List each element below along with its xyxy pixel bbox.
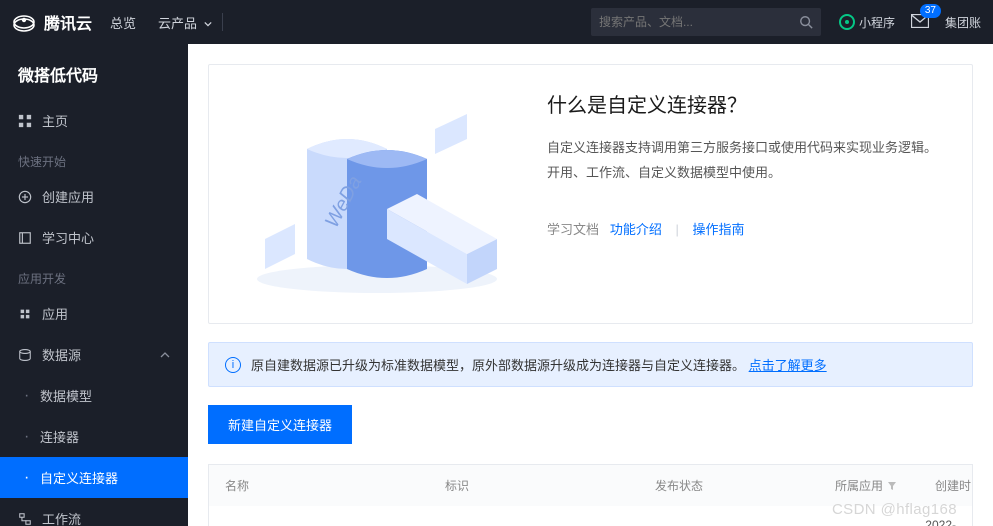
search-input[interactable] — [599, 15, 799, 29]
col-status: 发布状态 — [655, 477, 835, 494]
hero-links-label: 学习文档 — [547, 222, 599, 237]
col-identifier: 标识 — [445, 477, 655, 494]
mini-program-icon — [839, 14, 855, 30]
global-search[interactable] — [591, 8, 821, 36]
account-name[interactable]: 集团账 — [945, 14, 981, 31]
new-custom-connector-button[interactable]: 新建自定义连接器 — [208, 405, 352, 444]
nav-products[interactable]: 云产品 — [158, 13, 212, 32]
sidebar-item-learning[interactable]: 学习中心 — [0, 217, 188, 258]
sidebar-item-datasource[interactable]: 数据源 — [0, 334, 188, 375]
filter-icon — [887, 481, 897, 491]
search-icon[interactable] — [799, 15, 813, 29]
sidebar: 微搭低代码 主页 快速开始 创建应用 学习中心 应用开发 应用 数据源 数据模型 — [0, 44, 188, 526]
nav-divider — [222, 13, 223, 31]
sidebar-group-dev: 应用开发 — [0, 258, 188, 293]
database-icon — [18, 348, 32, 362]
mini-program-link[interactable]: 小程序 — [839, 14, 895, 31]
col-name: 名称 — [225, 477, 445, 494]
sidebar-item-apps[interactable]: 应用 — [0, 293, 188, 334]
main-content: WeDa 什么是自定义连接器？ 自定义连接器支持调用第三方服务接口或使用代码来实… — [188, 44, 993, 526]
upgrade-alert: i 原自建数据源已升级为标准数据模型，原外部数据源升级成为连接器与自定义连接器。… — [208, 342, 973, 387]
sidebar-item-workflow[interactable]: 工作流 — [0, 498, 188, 526]
sidebar-item-create-app[interactable]: 创建应用 — [0, 176, 188, 217]
hero-link-features[interactable]: 功能介绍 — [610, 222, 662, 237]
hero-links: 学习文档 功能介绍 | 操作指南 — [547, 219, 944, 238]
col-created[interactable]: 创建时 — [935, 477, 993, 494]
sidebar-item-data-model[interactable]: 数据模型 — [0, 375, 188, 416]
hero-desc: 自定义连接器支持调用第三方服务接口或使用代码来实现业务逻辑。开用、工作流、自定义… — [547, 136, 944, 185]
table-header: 名称 标识 发布状态 所属应用 创建时 — [208, 464, 973, 506]
sidebar-group-quickstart: 快速开始 — [0, 141, 188, 176]
hero-card: WeDa 什么是自定义连接器？ 自定义连接器支持调用第三方服务接口或使用代码来实… — [208, 64, 973, 324]
hero-link-guide[interactable]: 操作指南 — [693, 222, 745, 237]
top-header: 腾讯云 总览 云产品 小程序 37 集团账 — [0, 0, 993, 44]
sidebar-title: 微搭低代码 — [0, 44, 188, 100]
sidebar-item-connector[interactable]: 连接器 — [0, 416, 188, 457]
plus-circle-icon — [18, 190, 32, 204]
brand-text: 腾讯云 — [44, 10, 92, 34]
chevron-up-icon — [160, 350, 170, 360]
table-row[interactable]: 2022- — [208, 506, 973, 526]
header-right: 小程序 37 集团账 — [839, 14, 981, 31]
book-icon — [18, 231, 32, 245]
brand-logo[interactable]: 腾讯云 — [12, 10, 92, 34]
workflow-icon — [18, 512, 32, 526]
top-nav: 总览 云产品 — [110, 13, 212, 32]
grid-icon — [18, 114, 32, 128]
row-created-value: 2022- — [925, 518, 956, 526]
sidebar-item-home[interactable]: 主页 — [0, 100, 188, 141]
nav-overview[interactable]: 总览 — [110, 13, 136, 32]
sidebar-item-custom-connector[interactable]: 自定义连接器 — [0, 457, 188, 498]
notifications[interactable]: 37 — [911, 14, 929, 31]
info-icon: i — [225, 357, 241, 373]
cloud-logo-icon — [12, 10, 36, 34]
hero-illustration: WeDa — [237, 89, 517, 299]
col-owning-app[interactable]: 所属应用 — [835, 477, 935, 494]
alert-text: 原自建数据源已升级为标准数据模型，原外部数据源升级成为连接器与自定义连接器。 — [251, 358, 745, 373]
apps-icon — [18, 307, 32, 321]
alert-link[interactable]: 点击了解更多 — [749, 358, 827, 373]
hero-title: 什么是自定义连接器？ — [547, 89, 944, 118]
notification-badge: 37 — [920, 4, 941, 18]
